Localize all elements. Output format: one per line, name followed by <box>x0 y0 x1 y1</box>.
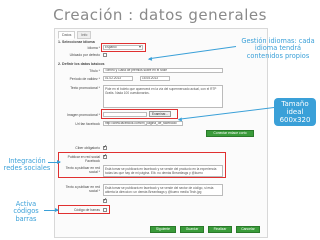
required-label: Ciber obligatorio <box>75 146 100 150</box>
image-highlight <box>101 109 178 119</box>
promo-text-label: Texto promocional * <box>70 86 100 90</box>
connect-short-link-button[interactable]: Conectar enlace corto <box>206 130 254 137</box>
language-highlight <box>101 43 146 52</box>
default-label: Ubicado por defecto <box>69 53 100 57</box>
next-button[interactable]: Siguiente <box>150 226 176 233</box>
arrow-social-icon <box>48 160 61 164</box>
page-title: Creación : datos generales <box>53 6 267 24</box>
promo-image-label: Imagen promocional * <box>67 113 100 117</box>
facebook-url-label: Url fan facebook <box>75 122 100 126</box>
validity-label: Período de validez * <box>69 77 100 81</box>
annotation-image-size: Tamaño ideal 600x320 <box>274 98 316 126</box>
social-highlight <box>58 152 226 178</box>
section-language-heading: 1. Seleccionar idioma <box>58 40 95 44</box>
annotation-barcode: Activa códigos barras <box>13 200 39 223</box>
finish-button[interactable]: Finalizar <box>208 226 232 233</box>
twitter-text-area[interactable]: Está tomar se publicará en facebook y se… <box>103 184 223 196</box>
facebook-url-input[interactable]: http://www.facebook.com/mi_pagina_de_fac… <box>103 121 183 126</box>
tab-info[interactable]: Info <box>77 31 92 39</box>
annotation-social: Integración redes sociales <box>3 157 51 173</box>
arrow-barcode-icon <box>44 208 59 212</box>
title-input[interactable]: Torneo y Gana de premios sobre en el Mol… <box>103 68 223 73</box>
language-label: Idioma * <box>87 46 100 50</box>
date-to-input[interactable]: 15.05.2013 <box>140 76 170 81</box>
promo-text-area[interactable]: Pide en el boleto que aparecerá en la ví… <box>103 85 223 108</box>
tab-bar: Datos Info <box>58 31 92 39</box>
section-basic-heading: 2. Definir los datos básicos <box>58 62 105 66</box>
cancel-button[interactable]: Cancelar <box>236 226 260 233</box>
save-button[interactable]: Guardar <box>180 226 204 233</box>
twitter-checkbox[interactable] <box>103 197 107 203</box>
default-checkbox[interactable] <box>103 53 107 57</box>
required-checkbox[interactable] <box>103 144 107 150</box>
barcode-highlight <box>58 205 110 214</box>
tab-datos[interactable]: Datos <box>58 31 76 39</box>
date-from-input[interactable]: 01.02.2013 <box>103 76 133 81</box>
twitter-text-label: Texto a publicar en red social * <box>65 185 100 193</box>
title-label: Título * <box>89 69 100 73</box>
annotation-language: Gestión idiomas: cada idioma tendrá cont… <box>241 37 315 60</box>
